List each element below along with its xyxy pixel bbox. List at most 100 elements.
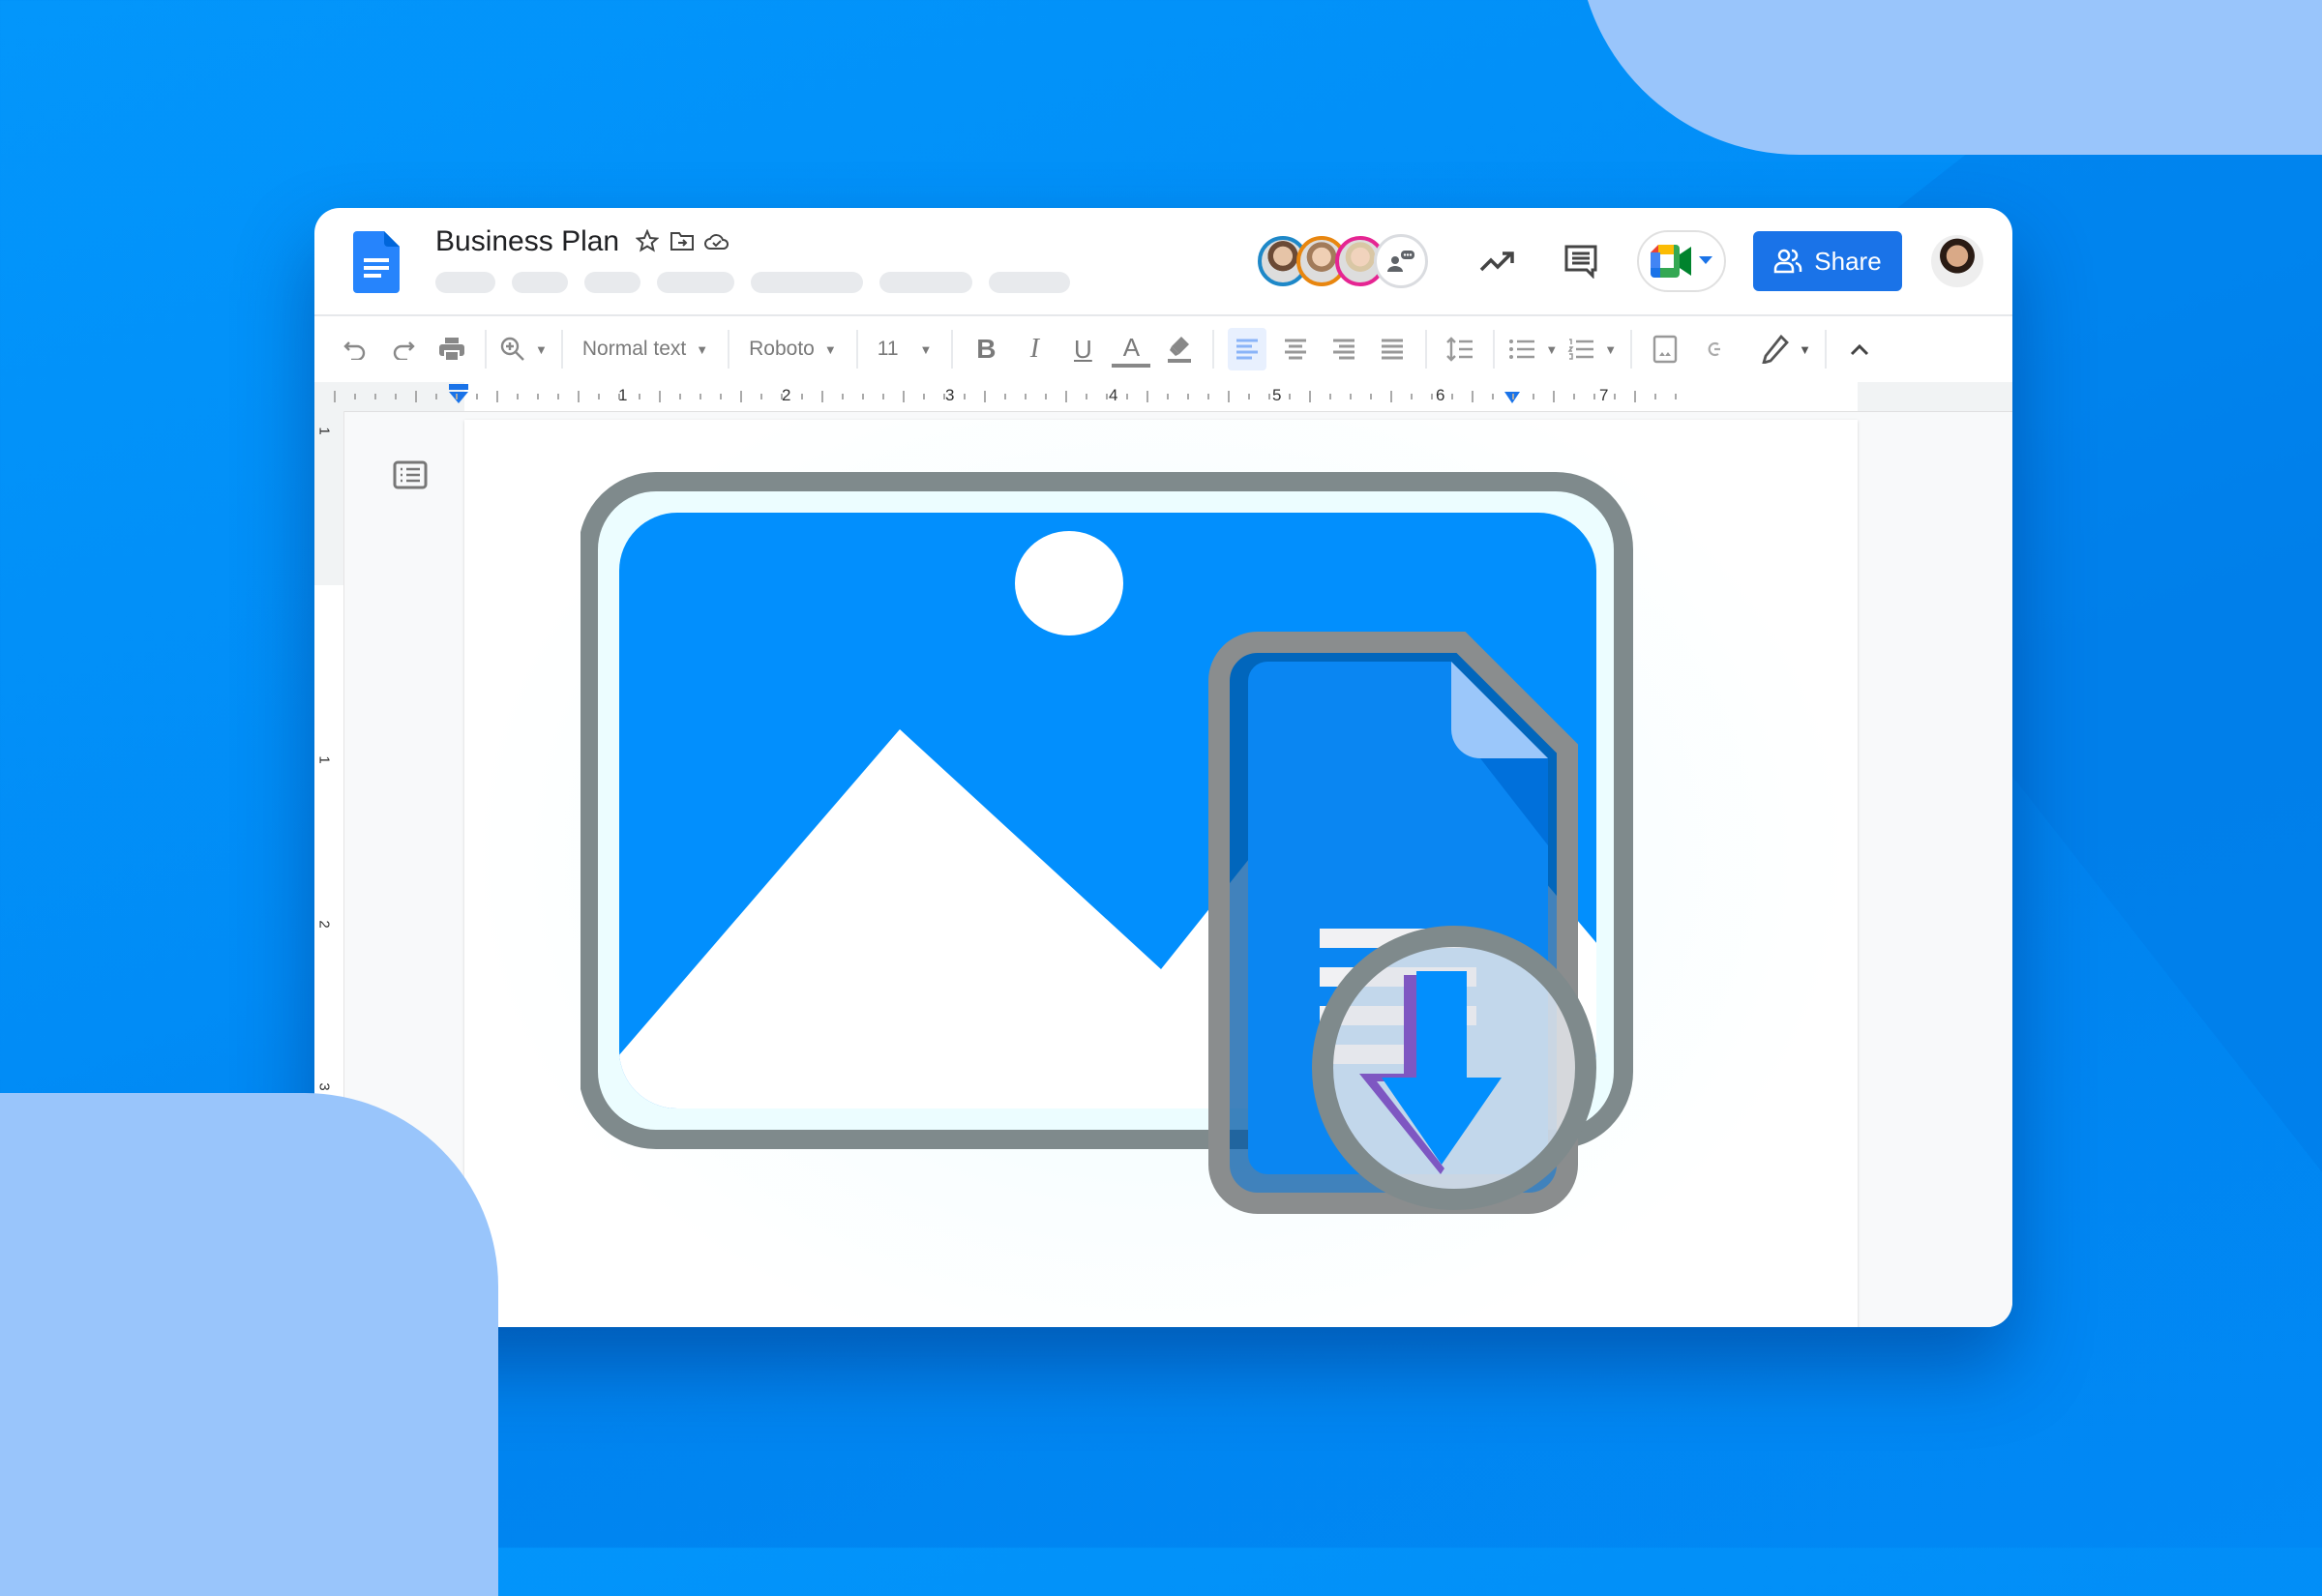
activity-trend-icon[interactable] <box>1471 234 1525 288</box>
formatting-toolbar: ▼ Normal text ▼ Roboto ▼ 11 ▼ B I U A ▼ ▼ ▼ <box>314 316 2012 382</box>
ruler-tick <box>1553 391 1555 402</box>
google-meet-button[interactable] <box>1637 230 1726 292</box>
bold-button[interactable]: B <box>967 328 1005 370</box>
toolbar-divider <box>1425 330 1428 369</box>
ruler-label: 7 <box>1599 386 1609 404</box>
highlight-color-button[interactable] <box>1160 328 1199 370</box>
move-to-folder-icon[interactable] <box>669 227 696 254</box>
highlighter-icon <box>1168 337 1192 363</box>
toolbar-divider <box>1493 330 1496 369</box>
menu-placeholder[interactable] <box>879 272 972 293</box>
font-size-value: 11 <box>877 338 899 360</box>
zoom-icon <box>500 337 524 361</box>
print-button[interactable] <box>432 328 471 370</box>
zoom-dropdown[interactable]: ▼ <box>500 328 548 370</box>
ruler-tick <box>1675 394 1677 399</box>
ruler-tick <box>1654 394 1656 399</box>
menu-placeholder[interactable] <box>657 272 734 293</box>
insert-image-button[interactable] <box>1646 328 1684 370</box>
star-icon[interactable] <box>634 227 661 254</box>
justify-button[interactable] <box>1373 328 1412 370</box>
ruler-tick <box>415 391 417 402</box>
ruler-tick <box>1228 391 1230 402</box>
chevron-up-icon <box>1850 343 1869 356</box>
document-page[interactable] <box>464 420 1858 1327</box>
ruler-tick <box>1329 394 1331 399</box>
left-indent-marker[interactable] <box>447 384 470 405</box>
chevron-down-icon: ▼ <box>823 341 837 357</box>
ruler-label: 1 <box>315 427 333 435</box>
bulleted-list-dropdown[interactable]: ▼ <box>1508 328 1558 370</box>
ruler-tick <box>760 394 762 399</box>
numbered-list-dropdown[interactable]: ▼ <box>1567 328 1617 370</box>
font-family-dropdown[interactable]: Roboto ▼ <box>743 328 843 370</box>
ruler-label: 1 <box>315 755 333 764</box>
download-circle-icon <box>1312 926 1596 1210</box>
align-center-button[interactable] <box>1276 328 1315 370</box>
menu-placeholder[interactable] <box>751 272 863 293</box>
ruler-tick <box>517 394 519 399</box>
redo-button[interactable] <box>384 328 423 370</box>
insert-link-icon[interactable] <box>1694 328 1733 370</box>
ruler-tick <box>1451 394 1453 399</box>
paragraph-style-dropdown[interactable]: Normal text ▼ <box>577 328 714 370</box>
account-avatar[interactable] <box>1931 235 1983 287</box>
hide-menus-button[interactable] <box>1840 328 1879 370</box>
share-label: Share <box>1814 246 1882 276</box>
ruler-tick <box>1268 394 1270 399</box>
ruler-tick <box>598 394 600 399</box>
ruler-tick <box>1634 391 1636 402</box>
text-color-button[interactable]: A <box>1112 331 1151 368</box>
ruler-tick <box>903 391 905 402</box>
ruler-tick <box>1573 394 1575 399</box>
toolbar-divider <box>560 330 563 369</box>
chevron-down-icon: ▼ <box>1604 341 1618 357</box>
menu-bar-placeholders <box>435 272 1070 293</box>
editing-mode-dropdown[interactable]: ▼ <box>1762 328 1811 370</box>
underline-button[interactable]: U <box>1063 328 1102 370</box>
toolbar-divider <box>728 330 730 369</box>
chevron-down-icon: ▼ <box>1545 341 1559 357</box>
cloud-saved-icon[interactable] <box>703 227 730 254</box>
ruler-tick <box>1167 394 1169 399</box>
menu-placeholder[interactable] <box>584 272 640 293</box>
ruler-tick <box>943 394 945 399</box>
menu-placeholder[interactable] <box>512 272 568 293</box>
menu-placeholder[interactable] <box>989 272 1070 293</box>
ruler-tick <box>374 394 376 399</box>
ruler-tick <box>1370 394 1372 399</box>
toolbar-divider <box>1825 330 1828 369</box>
ruler-label: 5 <box>1272 386 1282 404</box>
line-spacing-button[interactable] <box>1441 328 1479 370</box>
font-size-dropdown[interactable]: 11 ▼ <box>872 328 938 370</box>
ruler-tick <box>821 391 823 402</box>
ruler-tick <box>720 394 722 399</box>
menu-placeholder[interactable] <box>435 272 495 293</box>
chevron-down-icon <box>1699 256 1712 264</box>
ruler-tick <box>456 394 458 399</box>
document-title[interactable]: Business Plan <box>435 225 619 258</box>
ruler-tick <box>537 394 539 399</box>
collaborator-avatars <box>1258 234 1428 288</box>
toolbar-divider <box>485 330 487 369</box>
undo-button[interactable] <box>336 328 374 370</box>
ruler-tick <box>1126 394 1128 399</box>
align-right-button[interactable] <box>1325 328 1363 370</box>
ruler-tick <box>1065 391 1067 402</box>
comments-icon[interactable] <box>1554 234 1608 288</box>
ruler-tick <box>964 394 966 399</box>
horizontal-ruler[interactable]: 1 2 3 4 5 6 7 <box>314 382 2012 412</box>
italic-button[interactable]: I <box>1015 328 1054 370</box>
people-icon <box>1774 249 1802 274</box>
toolbar-divider <box>1212 330 1215 369</box>
chat-presence-icon[interactable] <box>1374 234 1428 288</box>
ruler-tick <box>639 394 640 399</box>
ruler-tick <box>1350 394 1352 399</box>
ruler-tick <box>1106 394 1108 399</box>
google-docs-logo-icon[interactable] <box>353 231 400 298</box>
share-button[interactable]: Share <box>1753 231 1902 291</box>
align-left-button[interactable] <box>1228 328 1267 370</box>
ruler-tick <box>1025 394 1027 399</box>
background-blob-bottom-left <box>0 1093 498 1596</box>
document-outline-icon[interactable] <box>393 460 428 494</box>
